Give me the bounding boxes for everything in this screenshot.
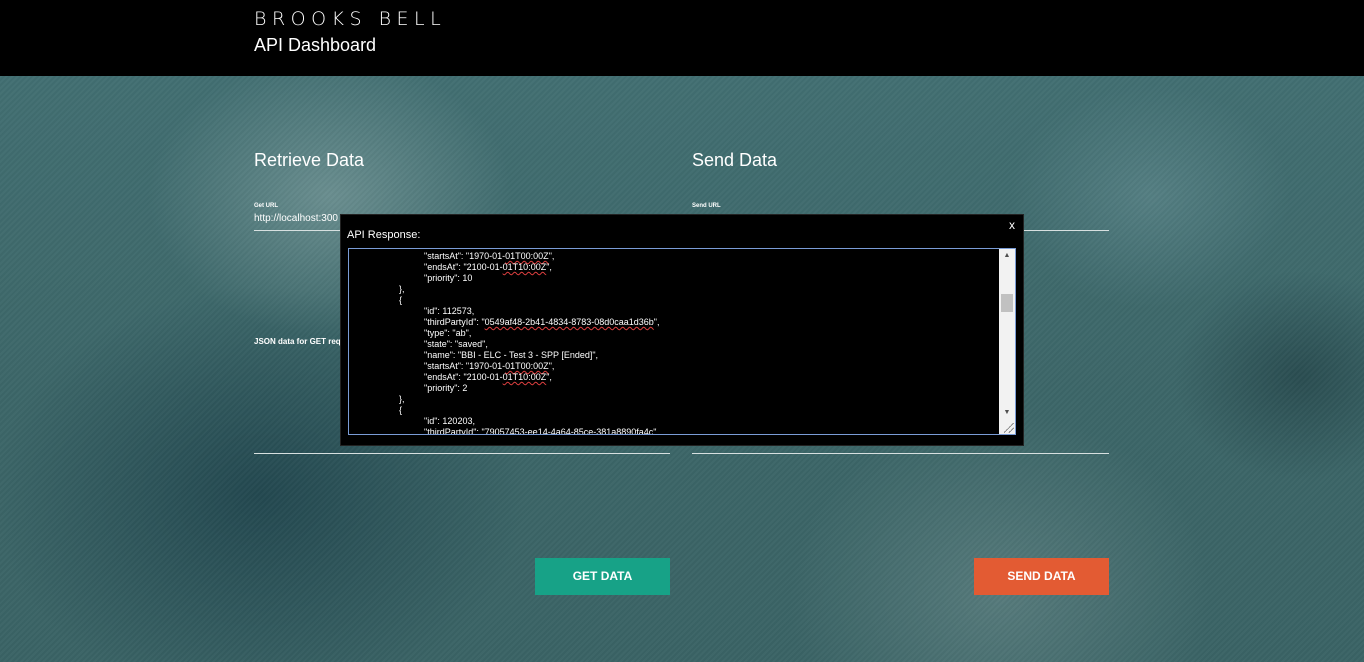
response-key: "priority" bbox=[424, 383, 458, 393]
response-key: }, bbox=[399, 394, 405, 404]
response-line: "id": 120203, bbox=[349, 416, 475, 427]
response-pre: 10 bbox=[462, 273, 473, 283]
response-key: }, bbox=[399, 284, 405, 294]
response-pre: 120203, bbox=[442, 416, 475, 426]
api-response-modal: x API Response: "startsAt": "1970-01-01T… bbox=[340, 214, 1024, 446]
response-line: "endsAt": "2100-01-01T10:00Z", bbox=[349, 262, 552, 273]
triangle-up-icon[interactable]: ▲ bbox=[999, 249, 1015, 263]
response-line: "name": "BBI - ELC - Test 3 - SPP [Ended… bbox=[349, 350, 598, 361]
response-pre: 112573, bbox=[442, 306, 475, 316]
response-pre: "2100-01- bbox=[463, 372, 503, 382]
api-response-label: API Response: bbox=[347, 229, 421, 241]
response-line: { bbox=[349, 405, 402, 416]
response-line: "priority": 10 bbox=[349, 273, 472, 284]
response-line: }, bbox=[349, 284, 405, 295]
resize-grip-icon[interactable] bbox=[1004, 423, 1014, 433]
response-pre: "1970-01- bbox=[465, 251, 506, 261]
app-title: API Dashboard bbox=[254, 35, 377, 55]
response-line: "id": 112573, bbox=[349, 306, 474, 317]
retrieve-data-title: Retrieve Data bbox=[254, 150, 365, 170]
response-key: "thirdPartyId" bbox=[424, 427, 477, 434]
scroll-thumb[interactable] bbox=[1001, 294, 1013, 312]
response-post: ", bbox=[653, 317, 660, 327]
response-key: { bbox=[399, 295, 403, 305]
api-response-content: "startsAt": "1970-01-01T00:00Z", "endsAt"… bbox=[349, 249, 999, 434]
send-url-underline[interactable] bbox=[1022, 230, 1109, 231]
brand-logo: BROOKS BELL bbox=[254, 8, 447, 30]
response-line: "priority": 2 bbox=[349, 383, 467, 394]
response-line: "thirdPartyId": "79057453-ee14-4a64-85ce… bbox=[349, 427, 659, 434]
response-key: "thirdPartyId" bbox=[424, 317, 477, 327]
close-icon[interactable]: x bbox=[1009, 218, 1015, 232]
response-key: "startsAt" bbox=[424, 361, 461, 371]
response-line: { bbox=[349, 295, 402, 306]
response-line: "startsAt": "1970-01-01T00:00Z", bbox=[349, 361, 554, 372]
send-url-label: Send URL bbox=[692, 203, 721, 209]
api-response-textarea[interactable]: "startsAt": "1970-01-01T00:00Z", "endsAt"… bbox=[348, 248, 1016, 435]
response-key: "endsAt" bbox=[424, 262, 459, 272]
response-post: ", bbox=[653, 427, 659, 434]
response-pre: "BBI - ELC - Test 3 - SPP [Ended]", bbox=[457, 350, 599, 360]
response-key: { bbox=[399, 405, 403, 415]
response-key: "priority" bbox=[424, 273, 458, 283]
response-post: ", bbox=[548, 361, 555, 371]
response-line: "startsAt": "1970-01-01T00:00Z", bbox=[349, 251, 554, 262]
response-key: "startsAt" bbox=[424, 251, 461, 261]
header: BROOKS BELL API Dashboard bbox=[0, 0, 1364, 76]
response-pre: "ab", bbox=[452, 328, 472, 338]
send-data-title: Send Data bbox=[692, 150, 778, 170]
response-sq: 01T10:00Z bbox=[502, 372, 547, 382]
response-sq: 01T00:00Z bbox=[505, 251, 549, 261]
response-sq: 0549af48-2b41-4834-8783-08d0caa1d36b bbox=[484, 317, 654, 327]
response-key: "endsAt" bbox=[424, 372, 459, 382]
response-line: "thirdPartyId": "0549af48-2b41-4834-8783… bbox=[349, 317, 660, 328]
response-pre: "1970-01- bbox=[465, 361, 506, 371]
response-line: "type": "ab", bbox=[349, 328, 471, 339]
json-get-label: JSON data for GET reque bbox=[254, 337, 351, 346]
get-url-label: Get URL bbox=[254, 203, 278, 209]
json-get-textarea-underline[interactable] bbox=[254, 453, 670, 454]
response-key: "type" bbox=[424, 328, 448, 338]
response-pre: "2100-01- bbox=[463, 262, 503, 272]
get-data-button[interactable]: GET DATA bbox=[535, 558, 670, 595]
response-post: ", bbox=[546, 372, 552, 382]
send-data-button[interactable]: SEND DATA bbox=[974, 558, 1109, 595]
response-sq: 01T00:00Z bbox=[505, 361, 549, 371]
response-post: ", bbox=[548, 251, 555, 261]
response-post: ", bbox=[546, 262, 552, 272]
response-sq: 01T10:00Z bbox=[502, 262, 547, 272]
response-line: "endsAt": "2100-01-01T10:00Z", bbox=[349, 372, 552, 383]
response-sq: 79057453-ee14-4a64-85ce-381a8890fa4c bbox=[484, 427, 654, 434]
response-key: "state" bbox=[424, 339, 450, 349]
response-pre: "saved", bbox=[454, 339, 488, 349]
get-url-input[interactable]: http://localhost:300 bbox=[254, 213, 338, 224]
response-line: "state": "saved", bbox=[349, 339, 488, 350]
response-key: "id" bbox=[424, 306, 438, 316]
vertical-scrollbar[interactable]: ▲ ▼ bbox=[999, 249, 1015, 434]
response-pre: 2 bbox=[462, 383, 468, 393]
response-line: }, bbox=[349, 394, 405, 405]
response-key: "id" bbox=[424, 416, 438, 426]
triangle-down-icon[interactable]: ▼ bbox=[999, 406, 1015, 420]
json-send-textarea-underline[interactable] bbox=[692, 453, 1109, 454]
response-key: "name" bbox=[424, 350, 453, 360]
